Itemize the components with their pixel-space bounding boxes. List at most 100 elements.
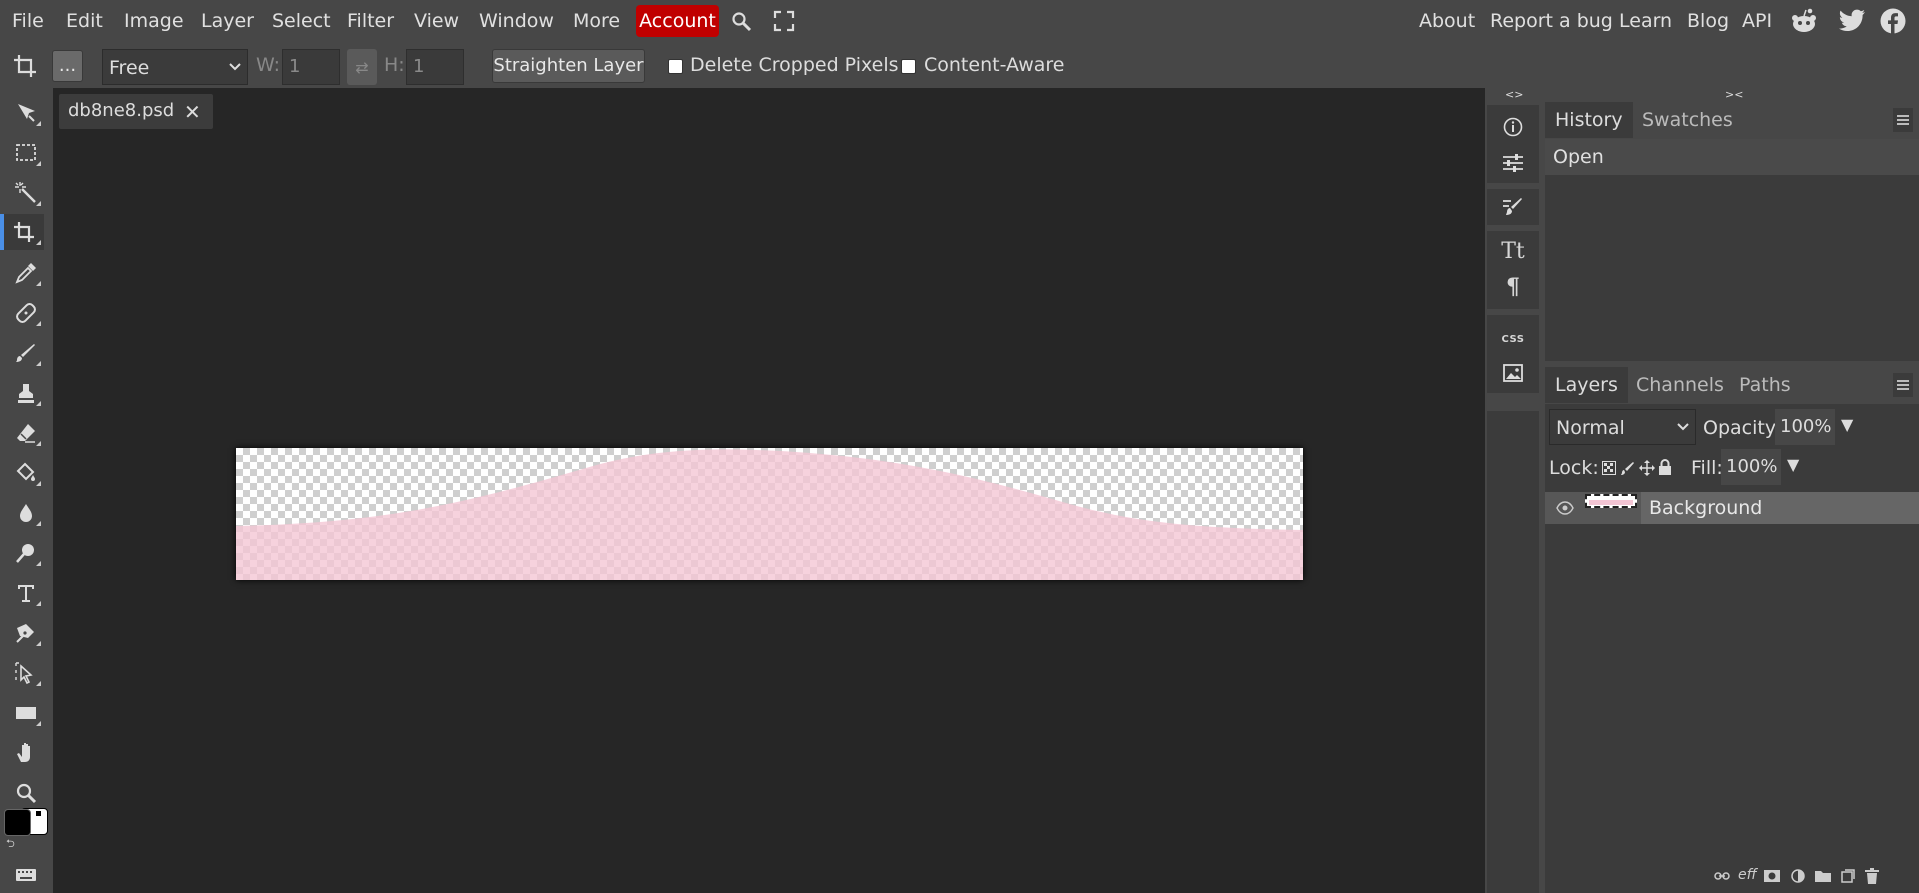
link-learn[interactable]: Learn <box>1619 9 1672 33</box>
move-tool[interactable] <box>8 95 44 131</box>
menu-view[interactable]: View <box>414 9 459 33</box>
brush-settings-group <box>1487 189 1539 225</box>
content-aware-checkbox[interactable] <box>901 59 916 74</box>
css-icon[interactable]: CSS <box>1501 327 1525 351</box>
fill-input[interactable]: 100% <box>1721 449 1781 485</box>
trash-icon[interactable] <box>1865 868 1879 884</box>
height-input[interactable]: 1 <box>406 49 464 85</box>
lock-position-icon[interactable] <box>1639 460 1655 476</box>
lock-paint-icon[interactable] <box>1621 461 1635 475</box>
hand-tool[interactable] <box>8 735 44 771</box>
adjustment-icon[interactable] <box>1791 869 1805 883</box>
reddit-icon[interactable] <box>1790 8 1818 34</box>
account-button[interactable]: Account <box>636 5 719 37</box>
path-select-tool[interactable] <box>8 655 44 691</box>
marquee-tool[interactable] <box>8 135 44 171</box>
facebook-icon[interactable] <box>1880 8 1906 34</box>
character-icon[interactable]: Tt <box>1501 239 1525 264</box>
collapse-right-icon[interactable]: >< <box>1725 88 1743 101</box>
blend-mode-select[interactable]: Normal <box>1549 409 1696 445</box>
link-icon[interactable] <box>1714 871 1730 881</box>
twitter-icon[interactable] <box>1838 9 1866 33</box>
healing-tool[interactable] <box>8 295 44 331</box>
layer-name[interactable]: Background <box>1641 492 1919 524</box>
paragraph-icon[interactable]: ¶ <box>1501 274 1525 300</box>
lock-transparency-icon[interactable] <box>1602 461 1616 475</box>
straighten-layer-button[interactable]: Straighten Layer <box>492 49 645 83</box>
width-label: W: <box>256 54 281 76</box>
zoom-tool[interactable] <box>8 775 44 811</box>
brush-tool[interactable] <box>8 335 44 371</box>
mask-icon[interactable] <box>1764 870 1780 882</box>
menu-edit[interactable]: Edit <box>66 9 103 33</box>
tab-paths[interactable]: Paths <box>1729 367 1801 403</box>
menu-file[interactable]: File <box>12 9 44 33</box>
info-icon[interactable] <box>1501 115 1525 139</box>
lock-all-icon[interactable] <box>1658 459 1672 475</box>
eye-icon[interactable] <box>1556 501 1574 515</box>
dodge-tool[interactable] <box>8 535 44 571</box>
more-options-button[interactable]: ... <box>52 50 83 82</box>
menu-select[interactable]: Select <box>272 9 331 33</box>
pen-tool[interactable] <box>8 615 44 651</box>
layer-row[interactable]: Background <box>1545 492 1919 524</box>
tab-swatches[interactable]: Swatches <box>1632 102 1743 138</box>
shape-tool[interactable] <box>8 695 44 731</box>
opacity-label: Opacity: <box>1703 417 1782 439</box>
layers-menu-icon[interactable] <box>1893 373 1913 397</box>
info-group <box>1487 105 1539 183</box>
swap-dimensions-button[interactable]: ⇄ <box>347 49 377 85</box>
menu-image[interactable]: Image <box>124 9 184 33</box>
fullscreen-icon[interactable] <box>773 10 795 32</box>
swap-colors-icon[interactable]: ⮌ <box>6 835 15 854</box>
tab-channels[interactable]: Channels <box>1626 367 1734 403</box>
search-icon[interactable] <box>731 11 753 33</box>
foreground-color-swatch[interactable] <box>4 809 31 836</box>
menu-bar: File Edit Image Layer Select Filter View… <box>0 0 1919 42</box>
menu-filter[interactable]: Filter <box>347 9 394 33</box>
fill-dropdown-icon[interactable]: ▼ <box>1787 455 1799 474</box>
ratio-select-value: Free <box>109 57 150 79</box>
type-tool[interactable] <box>8 575 44 611</box>
link-api[interactable]: API <box>1742 9 1772 33</box>
clone-stamp-tool[interactable] <box>8 375 44 411</box>
ratio-select[interactable]: Free <box>102 49 248 85</box>
tab-history[interactable]: History <box>1545 102 1633 138</box>
document-tab[interactable]: db8ne8.psd ✕ <box>59 94 213 129</box>
delete-cropped-checkbox[interactable] <box>668 59 683 74</box>
link-blog[interactable]: Blog <box>1687 9 1729 33</box>
layers-panel: Normal Opacity: 100% ▼ Lock: Fill: 100% … <box>1545 404 1919 893</box>
blur-tool[interactable] <box>8 495 44 531</box>
opacity-dropdown-icon[interactable]: ▼ <box>1841 415 1853 434</box>
image-icon[interactable] <box>1501 361 1525 385</box>
default-colors-icon[interactable] <box>35 810 42 817</box>
panel-icon-strip: <> Tt ¶ CSS <box>1485 88 1541 893</box>
link-report-bug[interactable]: Report a bug <box>1490 9 1613 33</box>
history-menu-icon[interactable] <box>1893 108 1913 132</box>
history-tabs: History Swatches <box>1545 102 1919 138</box>
effects-icon[interactable]: eff <box>1738 867 1757 883</box>
fill-tool[interactable] <box>8 455 44 491</box>
eyedropper-tool[interactable] <box>8 255 44 291</box>
tab-layers[interactable]: Layers <box>1545 367 1628 403</box>
history-item[interactable]: Open <box>1545 139 1919 175</box>
opacity-input[interactable]: 100% <box>1775 409 1835 445</box>
document-image[interactable] <box>236 448 1303 580</box>
adjustments-icon[interactable] <box>1501 151 1525 175</box>
width-input[interactable]: 1 <box>282 49 340 85</box>
brush-settings-icon[interactable] <box>1501 195 1525 219</box>
crop-tool[interactable] <box>0 214 44 250</box>
menu-more[interactable]: More <box>573 9 620 33</box>
link-about[interactable]: About <box>1419 9 1475 33</box>
eraser-tool[interactable] <box>8 415 44 451</box>
blend-mode-value: Normal <box>1556 417 1625 439</box>
keyboard-icon[interactable] <box>8 860 44 890</box>
close-icon[interactable]: ✕ <box>184 100 201 124</box>
collapse-left-icon[interactable]: <> <box>1505 88 1523 101</box>
menu-layer[interactable]: Layer <box>201 9 254 33</box>
folder-icon[interactable] <box>1815 870 1831 882</box>
options-bar: ... Free W: 1 ⇄ H: 1 Straighten Layer De… <box>0 42 1919 88</box>
menu-window[interactable]: Window <box>479 9 554 33</box>
new-layer-icon[interactable] <box>1841 869 1855 883</box>
magic-wand-tool[interactable] <box>8 175 44 211</box>
